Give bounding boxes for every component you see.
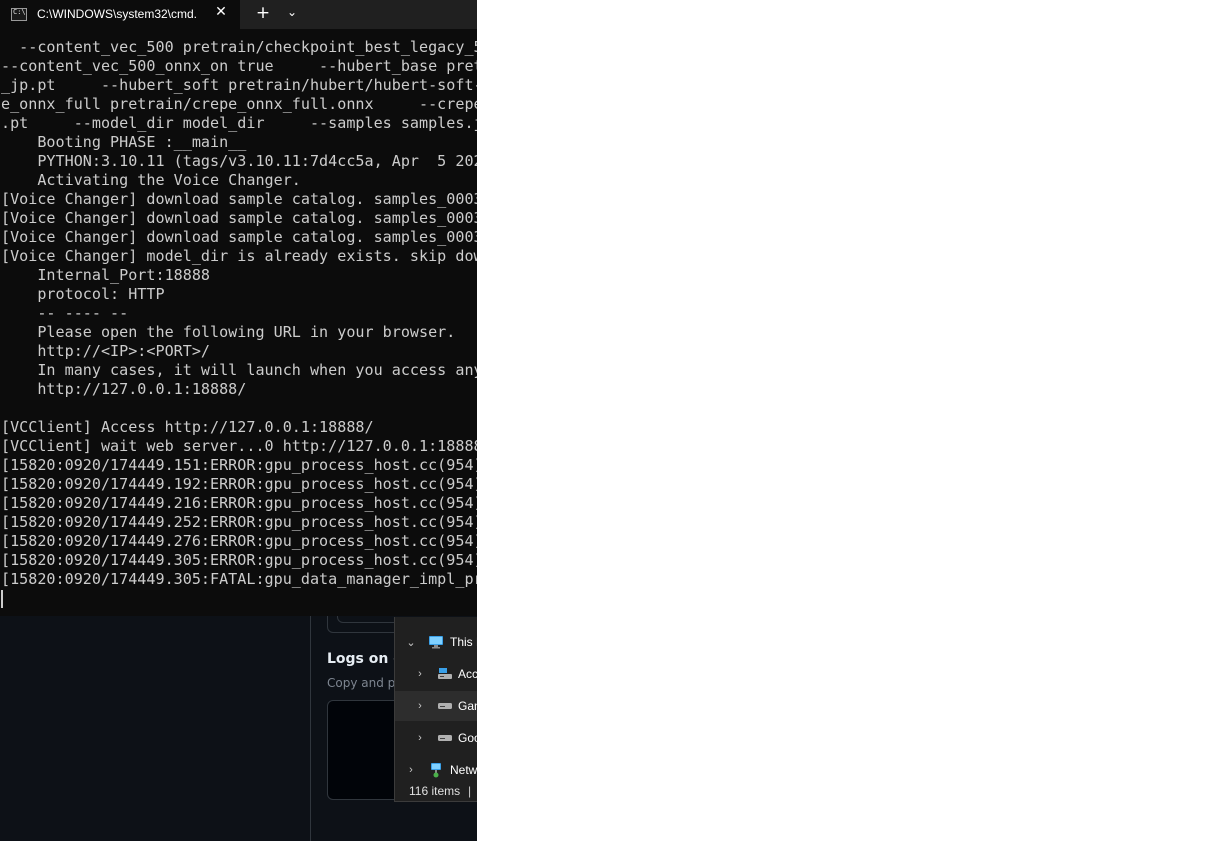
terminal-line: [15820:0920/174449.192:ERROR:gpu_process… — [1, 475, 477, 493]
terminal-titlebar[interactable]: C:\ C:\WINDOWS\system32\cmd. ✕ + ⌄ — [0, 0, 477, 29]
nav-item-label: Acc — [458, 667, 477, 681]
nav-item-label: This P — [450, 635, 477, 649]
drive-icon — [438, 703, 452, 709]
terminal-line: --content_vec_500_onnx_on true --hubert_… — [1, 57, 477, 75]
nav-item-label: Goo — [458, 731, 477, 745]
tab-title: C:\WINDOWS\system32\cmd. — [37, 7, 198, 21]
terminal-line: [Voice Changer] download sample catalog.… — [1, 190, 477, 208]
status-separator: | — [468, 784, 472, 798]
nav-item-acc[interactable]: › Acc — [395, 659, 477, 689]
blank-desktop-area — [477, 0, 1216, 841]
terminal-tab[interactable]: C:\ C:\WINDOWS\system32\cmd. ✕ — [0, 0, 240, 29]
text-cursor — [1, 590, 3, 608]
terminal-line: -- ---- -- — [1, 304, 129, 322]
drive-icon — [438, 735, 452, 741]
chevron-right-icon[interactable]: › — [414, 700, 426, 712]
logs-subtitle: Copy and pa — [327, 676, 403, 690]
chevron-down-icon[interactable]: ⌄ — [405, 636, 417, 649]
file-explorer-window: ⌄ This P › Acc › Gan — [394, 617, 477, 802]
terminal-line: protocol: HTTP — [1, 285, 165, 303]
terminal-line: [Voice Changer] download sample catalog.… — [1, 209, 477, 227]
terminal-line: In many cases, it will launch when you a… — [1, 361, 477, 379]
chevron-right-icon[interactable]: › — [405, 764, 417, 776]
explorer-status-bar: 116 items | — [395, 781, 477, 801]
terminal-output[interactable]: --content_vec_500 pretrain/checkpoint_be… — [1, 38, 477, 589]
terminal-line: Internal_Port:18888 — [1, 266, 211, 284]
close-icon[interactable]: ✕ — [213, 4, 229, 20]
terminal-line: [15820:0920/174449.305:FATAL:gpu_data_ma… — [1, 570, 477, 588]
nav-item-label: Gan — [458, 699, 477, 713]
terminal-line: _jp.pt --hubert_soft pretrain/hubert/hub… — [1, 76, 477, 94]
terminal-line: [15820:0920/174449.252:ERROR:gpu_process… — [1, 513, 477, 531]
terminal-line: .pt --model_dir model_dir --samples samp… — [1, 114, 477, 132]
terminal-line: http://<IP>:<PORT>/ — [1, 342, 211, 360]
network-icon — [431, 763, 441, 778]
chevron-right-icon[interactable]: › — [414, 732, 426, 744]
terminal-line: [15820:0920/174449.151:ERROR:gpu_process… — [1, 456, 477, 474]
accessory-drive-icon — [438, 668, 452, 679]
cmd-icon: C:\ — [11, 8, 27, 21]
terminal-line: [Voice Changer] download sample catalog.… — [1, 228, 477, 246]
terminal-line: Activating the Voice Changer. — [1, 171, 301, 189]
nav-item-label: Netw — [450, 763, 477, 777]
terminal-line: [VCClient] wait web server...0 http://12… — [1, 437, 477, 455]
terminal-line: Booting PHASE :__main__ — [1, 133, 247, 151]
nav-item-gan[interactable]: › Gan — [395, 691, 477, 721]
terminal-line: Please open the following URL in your br… — [1, 323, 456, 341]
terminal-line: http://127.0.0.1:18888/ — [1, 380, 247, 398]
chevron-down-icon[interactable]: ⌄ — [283, 5, 301, 19]
nav-item-goo[interactable]: › Goo — [395, 723, 477, 753]
terminal-line: [15820:0920/174449.276:ERROR:gpu_process… — [1, 532, 477, 550]
this-pc-icon — [429, 636, 443, 649]
terminal-line: PYTHON:3.10.11 (tags/v3.10.11:7d4cc5a, A… — [1, 152, 477, 170]
terminal-window[interactable]: C:\ C:\WINDOWS\system32\cmd. ✕ + ⌄ --con… — [0, 0, 477, 616]
page-left-panel — [0, 616, 311, 841]
terminal-line: [Voice Changer] model_dir is already exi… — [1, 247, 477, 265]
new-tab-button[interactable]: + — [253, 3, 273, 23]
chevron-right-icon[interactable]: › — [414, 668, 426, 680]
terminal-line: [15820:0920/174449.216:ERROR:gpu_process… — [1, 494, 477, 512]
item-count: 116 items — [409, 784, 461, 798]
terminal-line: [VCClient] Access http://127.0.0.1:18888… — [1, 418, 374, 436]
nav-item-this-pc[interactable]: ⌄ This P — [395, 627, 477, 657]
terminal-line: [15820:0920/174449.305:ERROR:gpu_process… — [1, 551, 477, 569]
terminal-line: e_onnx_full pretrain/crepe_onnx_full.onn… — [1, 95, 477, 113]
terminal-line: --content_vec_500 pretrain/checkpoint_be… — [1, 38, 477, 56]
